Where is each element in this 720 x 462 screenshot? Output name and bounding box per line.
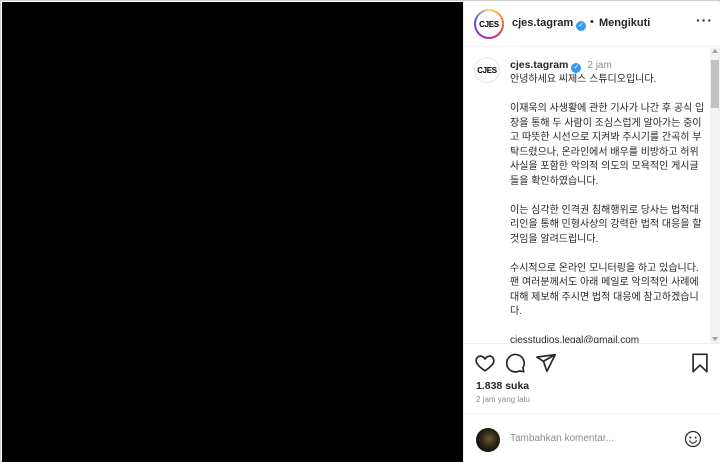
caption-text: 안녕하세요 씨제스 스튜디오입니다. 이재욱의 사생활에 관한 기사가 나간 후… [510, 73, 705, 343]
caption-scrollbar[interactable] [710, 48, 720, 343]
post-actions: 1.838 suka 2 jam yang lalu [464, 343, 720, 413]
caption-paragraph: 이재욱의 사생활에 관한 기사가 나간 후 공식 입장을 통해 두 사람이 조심… [510, 103, 705, 187]
caption-paragraph: 안녕하세요 씨제스 스튜디오입니다. [510, 74, 657, 85]
caption-username[interactable]: cjes.tagram [510, 59, 568, 71]
caption-paragraph: 수시적으로 온라인 모니터링을 하고 있습니다. 팬 여러분께서도 아래 메일로… [510, 262, 699, 318]
caption-header: cjes.tagram ✓ 2 jam [510, 59, 612, 73]
caption-email[interactable]: cjesstudios.legal@gmail.com [510, 334, 705, 343]
likes-count[interactable]: 1.838 suka [476, 380, 529, 392]
share-icon[interactable] [535, 352, 557, 374]
header-separator: • [590, 16, 594, 28]
post-header: CJES cjes.tagram ✓ • Mengikuti ··· [464, 2, 720, 47]
post-window: CJES cjes.tagram ✓ • Mengikuti ··· CJES c… [0, 0, 720, 462]
post-media[interactable] [2, 2, 463, 462]
post-time[interactable]: 2 jam yang lalu [476, 395, 530, 404]
following-button[interactable]: Mengikuti [599, 17, 650, 29]
scrollbar-thumb[interactable] [711, 60, 719, 108]
profile-avatar[interactable]: CJES [476, 11, 502, 37]
verified-badge-icon: ✓ [571, 63, 582, 73]
current-user-avatar [476, 428, 500, 452]
header-username[interactable]: cjes.tagram [512, 17, 573, 29]
add-comment-bar: Tambahkan komentar... [464, 413, 720, 462]
emoji-icon[interactable] [684, 430, 702, 448]
caption-time[interactable]: 2 jam [587, 60, 611, 71]
scroll-up-arrow[interactable] [712, 49, 718, 53]
more-icon[interactable]: ··· [696, 12, 713, 28]
bookmark-icon[interactable] [689, 352, 711, 374]
verified-badge-icon: ✓ [576, 21, 587, 31]
header-username-link[interactable]: cjes.tagram ✓ [512, 17, 587, 31]
caption-paragraph: 이는 심각한 인격권 침해행위로 당사는 법적대리인을 통해 민형사상의 강력한… [510, 204, 702, 245]
profile-avatar-ring[interactable]: CJES [474, 9, 504, 39]
heart-icon[interactable] [474, 352, 496, 374]
comment-input[interactable]: Tambahkan komentar... [510, 433, 614, 444]
comment-icon[interactable] [504, 352, 526, 374]
caption-area[interactable]: CJES cjes.tagram ✓ 2 jam 안녕하세요 씨제스 스튜디오입니다… [464, 48, 709, 343]
scroll-down-arrow[interactable] [712, 337, 718, 341]
post-side-panel: CJES cjes.tagram ✓ • Mengikuti ··· CJES c… [463, 2, 720, 462]
caption-avatar[interactable]: CJES [474, 57, 500, 83]
